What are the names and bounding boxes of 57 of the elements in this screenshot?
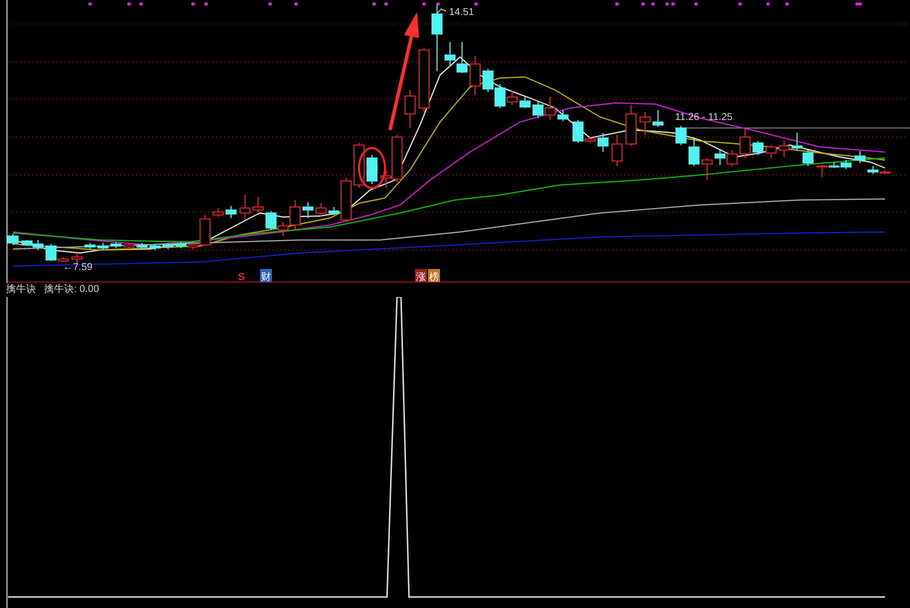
candlestick xyxy=(110,242,122,248)
indicator-value: 擒牛诀: 0.00 xyxy=(44,283,100,297)
event-marker: 财 xyxy=(260,269,272,283)
candlestick xyxy=(688,136,700,166)
circle-highlight xyxy=(358,147,386,189)
indicator-name: 擒牛诀 xyxy=(6,283,36,297)
candlestick xyxy=(302,202,314,218)
candlestick xyxy=(124,242,134,250)
candlestick xyxy=(840,160,852,170)
candlestick xyxy=(136,242,148,250)
candlestick xyxy=(640,112,650,136)
candlestick xyxy=(418,48,430,112)
leader-line xyxy=(436,8,446,14)
candlestick xyxy=(726,150,738,166)
candlestick xyxy=(612,134,622,166)
candlestick xyxy=(702,158,712,180)
candlestick xyxy=(740,128,750,158)
candlestick xyxy=(150,244,160,250)
candlestick xyxy=(532,102,544,118)
candlestick xyxy=(226,206,236,218)
candlestick xyxy=(792,132,802,152)
candlestick xyxy=(432,4,442,72)
candlestick xyxy=(98,242,108,250)
candlestick xyxy=(778,140,790,158)
candlestick xyxy=(366,154,378,184)
candlestick xyxy=(802,150,814,166)
low-price-label: ←7.59 xyxy=(63,262,92,273)
candlestick xyxy=(404,90,416,128)
candlestick xyxy=(482,68,494,92)
candlestick xyxy=(252,196,264,214)
candlestick xyxy=(72,252,82,264)
candlestick xyxy=(558,110,568,122)
candlestick xyxy=(84,242,96,250)
candlestick xyxy=(520,96,530,108)
candlestick xyxy=(854,150,866,164)
candlestick xyxy=(456,42,468,74)
candlestick xyxy=(752,140,764,156)
candlestick xyxy=(766,144,776,158)
candlestick xyxy=(470,56,480,96)
event-marker: 涨 xyxy=(415,269,427,283)
candlestick xyxy=(626,104,636,146)
candlestick xyxy=(266,210,276,230)
candlestick xyxy=(598,132,608,152)
event-marker: S xyxy=(238,272,245,283)
high-price-label: 14.51 xyxy=(449,7,474,18)
candlestick xyxy=(240,194,250,220)
candlestick xyxy=(714,150,726,166)
candlestick xyxy=(544,96,556,120)
candlestick xyxy=(652,110,664,128)
candlestick xyxy=(676,126,686,146)
candlestick xyxy=(316,202,326,218)
candlestick xyxy=(444,42,456,66)
candlestick xyxy=(162,242,174,250)
candlestick xyxy=(212,208,224,218)
event-marker: 榜 xyxy=(428,269,440,283)
candlestick xyxy=(8,234,18,246)
price-range-label: 11.26 - 11.25 xyxy=(675,112,732,123)
